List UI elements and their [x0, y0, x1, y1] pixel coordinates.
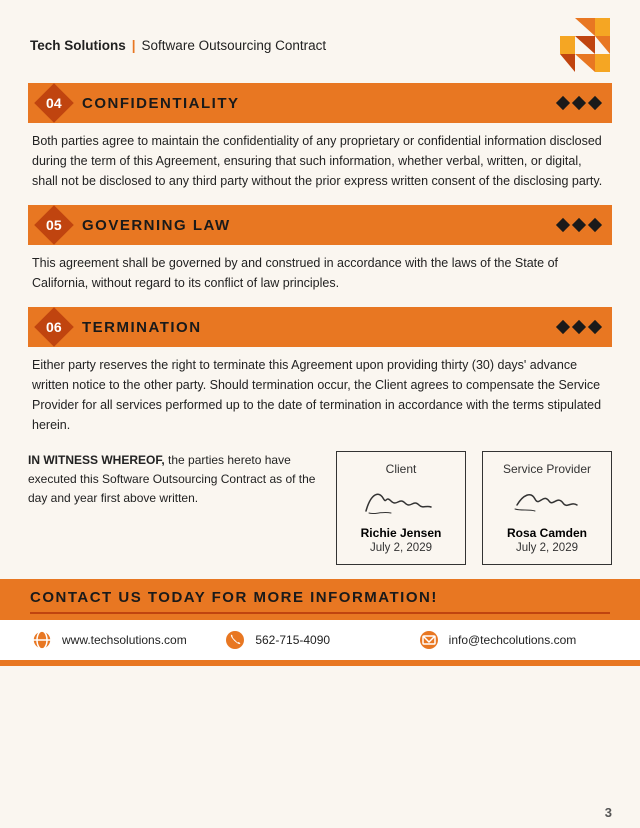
section-confidentiality: 04 CONFIDENTIALITY Both parties agree to…: [28, 83, 612, 197]
header-title: Tech Solutions | Software Outsourcing Cont…: [30, 38, 326, 53]
section-number-06: 06: [34, 307, 74, 347]
section-number-05: 05: [34, 205, 74, 245]
section-title-06: TERMINATION: [82, 319, 558, 336]
diamond-2: [572, 218, 586, 232]
section-header-06: 06 TERMINATION: [28, 307, 612, 347]
provider-name: Rosa Camden: [497, 526, 597, 540]
diamond-2: [572, 96, 586, 110]
section-body-05: This agreement shall be governed by and …: [28, 253, 612, 299]
footer-divider: [30, 612, 610, 614]
section-header-05: 05 GOVERNING LAW: [28, 205, 612, 245]
provider-signature-image: [497, 482, 597, 520]
diamond-3: [588, 320, 602, 334]
section-header-04: 04 CONFIDENTIALITY: [28, 83, 612, 123]
diamond-1: [556, 218, 570, 232]
client-label: Client: [351, 462, 451, 476]
witness-section: IN WITNESS WHEREOF, the parties hereto h…: [28, 451, 612, 565]
phone-text: 562-715-4090: [255, 633, 330, 647]
diamond-3: [588, 96, 602, 110]
client-signature-box: Client Richie Jensen July 2, 2029: [336, 451, 466, 565]
diamond-2: [572, 320, 586, 334]
contact-email: info@techcolutions.com: [417, 628, 610, 652]
section-title-05: GOVERNING LAW: [82, 217, 558, 234]
diamond-1: [556, 96, 570, 110]
diamond-3: [588, 218, 602, 232]
provider-label: Service Provider: [497, 462, 597, 476]
contact-phone: 562-715-4090: [223, 628, 416, 652]
header-separator: |: [132, 38, 136, 53]
section-body-06: Either party reserves the right to termi…: [28, 355, 612, 441]
footer-cta: CONTACT US TODAY FOR MORE INFORMATION! w…: [0, 579, 640, 666]
provider-signature-box: Service Provider Rosa Camden July 2, 202…: [482, 451, 612, 565]
client-name: Richie Jensen: [351, 526, 451, 540]
client-date: July 2, 2029: [351, 542, 451, 554]
diamond-1: [556, 320, 570, 334]
section-diamonds-04: [558, 98, 600, 108]
witness-intro-bold: IN WITNESS WHEREOF,: [28, 453, 165, 467]
email-text: info@techcolutions.com: [449, 633, 577, 647]
website-text: www.techsolutions.com: [62, 633, 187, 647]
section-body-04: Both parties agree to maintain the confi…: [28, 131, 612, 197]
header: Tech Solutions | Software Outsourcing Cont…: [0, 0, 640, 83]
globe-icon: [30, 628, 54, 652]
email-icon: [417, 628, 441, 652]
footer-cta-title: CONTACT US TODAY FOR MORE INFORMATION!: [30, 589, 610, 606]
page-number: 3: [605, 805, 612, 820]
section-diamonds-06: [558, 322, 600, 332]
phone-icon: [223, 628, 247, 652]
section-termination: 06 TERMINATION Either party reserves the…: [28, 307, 612, 441]
company-name: Tech Solutions: [30, 38, 126, 53]
footer-contacts: www.techsolutions.com 562-715-4090 info@…: [0, 620, 640, 660]
section-diamonds-05: [558, 220, 600, 230]
section-number-04: 04: [34, 83, 74, 123]
contact-website: www.techsolutions.com: [30, 628, 223, 652]
provider-date: July 2, 2029: [497, 542, 597, 554]
witness-text: IN WITNESS WHEREOF, the parties hereto h…: [28, 451, 320, 509]
document-title: Software Outsourcing Contract: [142, 38, 327, 53]
company-logo: [540, 18, 610, 73]
client-signature-image: [351, 482, 451, 520]
section-title-04: CONFIDENTIALITY: [82, 95, 558, 112]
section-governing-law: 05 GOVERNING LAW This agreement shall be…: [28, 205, 612, 299]
